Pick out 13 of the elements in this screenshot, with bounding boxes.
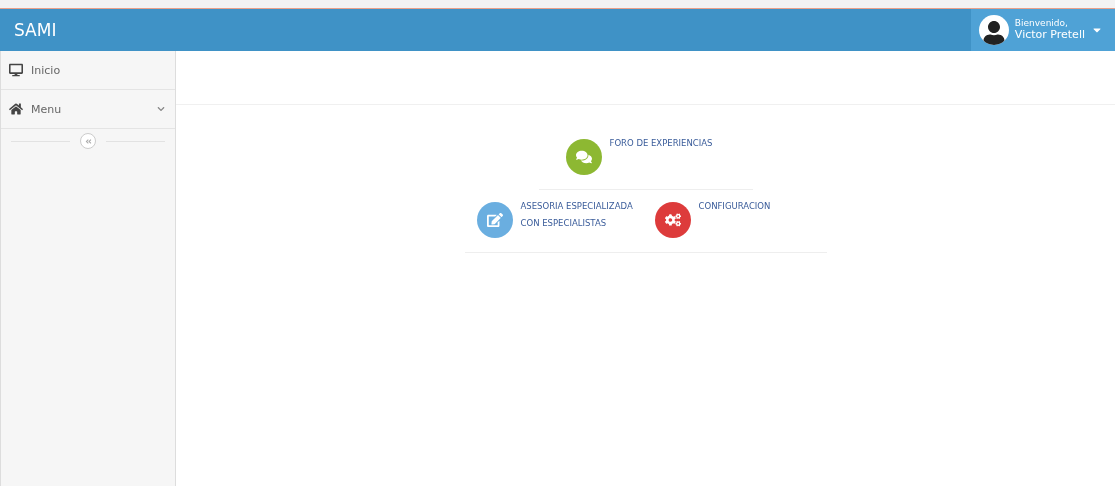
menu-tile[interactable]: FORO DE EXPERIENCIAS [565,135,726,181]
home-icon [9,102,23,116]
user-avatar-icon [978,15,1009,45]
menu-tile[interactable]: CONFIGURACION [654,198,815,244]
menu-tile[interactable]: ASESORIA ESPECIALIZADA CON ESPECIALISTAS [476,198,637,244]
sidebar-item[interactable]: Inicio [1,51,175,90]
double-chevron-left-icon [84,137,92,145]
collapse-button[interactable] [80,133,96,149]
monitor-icon [9,63,23,77]
app-title: SAMI [13,20,57,40]
user-name: Victor Pretell [1014,28,1085,41]
sidebar-item[interactable]: Menu [1,90,175,129]
greeting-text: Bienvenido, [1014,19,1069,29]
